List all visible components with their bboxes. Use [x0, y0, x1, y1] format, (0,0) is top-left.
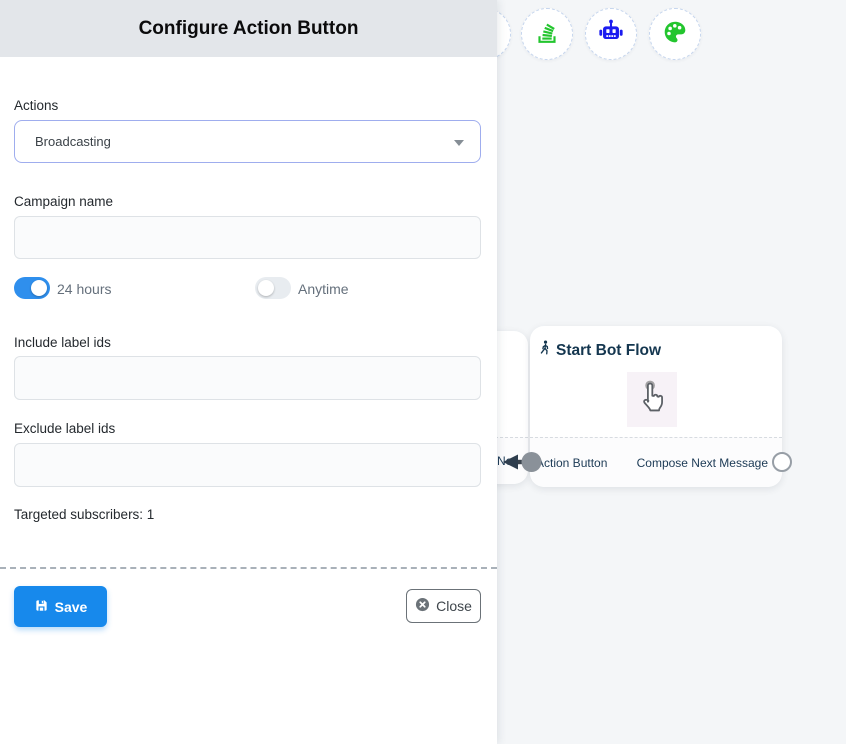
- toggle-knob: [31, 280, 47, 296]
- toggle-24-hours[interactable]: [14, 277, 50, 299]
- close-circle-icon: [415, 597, 430, 615]
- actions-selected-value: Broadcasting: [35, 134, 111, 149]
- toggle-anytime[interactable]: [255, 277, 291, 299]
- cursor-highlight: [627, 372, 677, 427]
- toolbar-button-stack[interactable]: [521, 8, 573, 60]
- edge-connector: [498, 448, 548, 476]
- configure-action-panel: Configure Action Button Actions Broadcas…: [0, 0, 497, 744]
- palette-icon: [660, 17, 690, 52]
- panel-header: Configure Action Button: [0, 0, 497, 57]
- toggle-24-hours-label: 24 hours: [57, 281, 111, 297]
- node-footer: Action Button Compose Next Message: [530, 437, 782, 487]
- toolbar-button-theme[interactable]: [649, 8, 701, 60]
- include-label-ids-input[interactable]: [14, 356, 481, 400]
- exclude-label-ids-label: Exclude label ids: [14, 421, 115, 436]
- footer-divider: [0, 567, 497, 569]
- chevron-down-icon: [454, 140, 464, 146]
- toggle-knob: [258, 280, 274, 296]
- actions-select[interactable]: Broadcasting: [14, 120, 481, 163]
- include-label-ids-label: Include label ids: [14, 335, 111, 350]
- walking-person-icon: [537, 339, 553, 362]
- toolbar-button-bot[interactable]: [585, 8, 637, 60]
- actions-label: Actions: [14, 98, 58, 113]
- connection-handle-open[interactable]: [772, 452, 792, 472]
- close-button[interactable]: Close: [406, 589, 481, 623]
- stack-icon: [532, 17, 562, 52]
- save-button-label: Save: [55, 599, 88, 615]
- connection-handle-filled: [522, 452, 542, 472]
- close-button-label: Close: [436, 598, 472, 614]
- edge-arrow-icon: [503, 455, 518, 470]
- node-title: Start Bot Flow: [537, 339, 661, 362]
- save-button[interactable]: Save: [14, 586, 107, 627]
- campaign-name-input[interactable]: [14, 216, 481, 259]
- compose-next-message-label[interactable]: Compose Next Message: [637, 456, 768, 470]
- toggle-anytime-label: Anytime: [298, 281, 349, 297]
- click-cursor-icon: [633, 376, 671, 423]
- robot-icon: [596, 17, 626, 52]
- exclude-label-ids-input[interactable]: [14, 443, 481, 487]
- node-title-label: Start Bot Flow: [556, 342, 661, 360]
- campaign-name-label: Campaign name: [14, 194, 113, 209]
- page-title: Configure Action Button: [139, 18, 359, 40]
- floppy-icon: [34, 598, 49, 616]
- targeted-subscribers-text: Targeted subscribers: 1: [14, 507, 154, 522]
- flow-node-card[interactable]: Start Bot Flow Action Button Compose Nex…: [530, 326, 782, 487]
